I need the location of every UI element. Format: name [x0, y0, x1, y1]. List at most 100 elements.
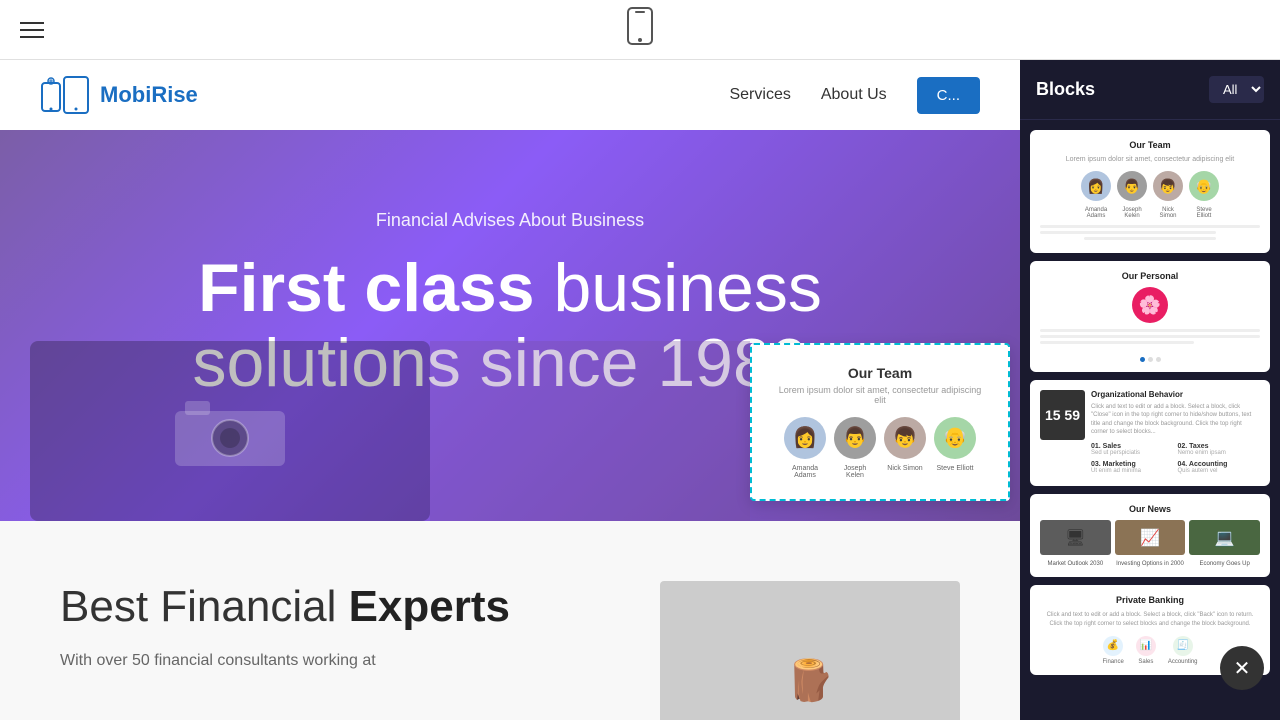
toolbar-center	[626, 6, 654, 53]
content-heading-normal: Best Financial	[60, 582, 349, 631]
content-heading-bold: Experts	[349, 582, 510, 631]
block-av-1: 👩	[1081, 171, 1111, 201]
pb-sales-item: 📊 Sales	[1136, 636, 1156, 665]
block-org-clock: 15 59	[1045, 407, 1080, 423]
block-personal-content: 🌸	[1040, 287, 1260, 362]
logo-icon	[40, 75, 90, 115]
bt-name-3: Nick Simon	[1153, 207, 1183, 219]
dot-1	[1140, 357, 1145, 362]
news-img-1: 🖥	[1040, 520, 1111, 555]
block-av-2: 👨	[1117, 171, 1147, 201]
content-image-placeholder: 🪵	[660, 581, 960, 720]
nav-cta-button[interactable]: C...	[917, 77, 980, 114]
block-team-title: Our Team	[1040, 140, 1260, 150]
dot-3	[1156, 357, 1161, 362]
team-card-title: Our Team	[777, 365, 983, 381]
hero-title-strong: First class	[198, 250, 534, 326]
avatar-4: 👴	[934, 417, 976, 459]
pb-sales-label: Sales	[1138, 659, 1153, 665]
pb-accounting-item: 🧾 Accounting	[1168, 636, 1198, 665]
block-personal-dots	[1140, 357, 1161, 362]
block-org-desc: Click and text to edit or add a block. S…	[1091, 403, 1260, 437]
block-team-names: Amanda Adams Joseph Kelen Nick Simon Ste…	[1040, 207, 1260, 219]
block-org-content: 15 59 Organizational Behavior Click and …	[1040, 390, 1260, 476]
toolbar-left	[20, 22, 44, 38]
main-area: MobiRise Services About Us C... Financia…	[0, 60, 1280, 720]
ob-item-marketing: 03. Marketing Ut enim ad minima	[1091, 461, 1174, 476]
site-navigation: MobiRise Services About Us C...	[0, 60, 1020, 130]
block-personal-lines	[1040, 329, 1260, 347]
content-heading: Best Financial Experts	[60, 581, 620, 634]
block-personal-title: Our Personal	[1040, 271, 1260, 281]
team-card-subtitle: Lorem ipsum dolor sit amet, consectetur …	[777, 385, 983, 405]
toolbar	[0, 0, 1280, 60]
block-personal-avatar: 🌸	[1132, 287, 1168, 323]
team-names: Amanda Adams Joseph Kelen Nick Simon Ste…	[777, 465, 983, 479]
block-org-right: Organizational Behavior Click and text t…	[1091, 390, 1260, 476]
panel-title: Blocks	[1036, 79, 1095, 100]
block-team-subtitle: Lorem ipsum dolor sit amet, consectetur …	[1040, 156, 1260, 163]
finance-icon: 💰	[1103, 636, 1123, 656]
avatar-2: 👨	[834, 417, 876, 459]
avatar-1: 👩	[784, 417, 826, 459]
member-name-4: Steve Elliott	[934, 465, 976, 479]
accounting-icon: 🧾	[1173, 636, 1193, 656]
panel-header: Blocks All	[1020, 60, 1280, 120]
block-news-labels: Market Outlook 2030 Investing Options in…	[1040, 561, 1260, 567]
block-org-behavior[interactable]: 15 59 Organizational Behavior Click and …	[1030, 380, 1270, 486]
hamburger-menu[interactable]	[20, 22, 44, 38]
pb-finance-label: Finance	[1102, 659, 1123, 665]
hero-section: Financial Advises About Business First c…	[0, 130, 1020, 521]
news-img-2: 📈	[1115, 520, 1186, 555]
member-name-3: Nick Simon	[884, 465, 926, 479]
nav-about-us[interactable]: About Us	[821, 86, 887, 104]
team-avatars: 👩 👨 👦 👴	[777, 417, 983, 459]
bt-name-1: Amanda Adams	[1081, 207, 1111, 219]
pb-finance-item: 💰 Finance	[1102, 636, 1123, 665]
sales-icon: 📊	[1136, 636, 1156, 656]
logo-text: MobiRise	[100, 82, 198, 108]
bt-name-4: Steve Elliott	[1189, 207, 1219, 219]
block-our-team[interactable]: Our Team Lorem ipsum dolor sit amet, con…	[1030, 130, 1270, 253]
ob-item-accounting: 04. Accounting Quis autem vel	[1178, 461, 1261, 476]
news-img-3: 💻	[1189, 520, 1260, 555]
member-name-1: Amanda Adams	[784, 465, 826, 479]
content-section: Best Financial Experts With over 50 fina…	[0, 521, 1020, 720]
block-banking-title: Private Banking	[1040, 595, 1260, 605]
dot-2	[1148, 357, 1153, 362]
bt-name-2: Joseph Kelen	[1117, 207, 1147, 219]
block-news-images: 🖥 📈 💻	[1040, 520, 1260, 555]
block-our-personal[interactable]: Our Personal 🌸	[1030, 261, 1270, 372]
block-av-4: 👴	[1189, 171, 1219, 201]
ob-item-sales: 01. Sales Sed ut perspiciatis	[1091, 443, 1174, 458]
content-paragraph: With over 50 financial consultants worki…	[60, 648, 620, 674]
block-news-title: Our News	[1040, 504, 1260, 514]
block-av-3: 👦	[1153, 171, 1183, 201]
news-label-2: Investing Options in 2000	[1115, 561, 1186, 567]
ob-item-taxes: 02. Taxes Nemo enim ipsam	[1178, 443, 1261, 458]
panel-blocks[interactable]: Our Team Lorem ipsum dolor sit amet, con…	[1020, 120, 1280, 720]
preview-area[interactable]: MobiRise Services About Us C... Financia…	[0, 60, 1020, 720]
site-logo: MobiRise	[40, 75, 198, 115]
news-label-1: Market Outlook 2030	[1040, 561, 1111, 567]
site-nav-links: Services About Us C...	[729, 77, 980, 114]
member-name-2: Joseph Kelen	[834, 465, 876, 479]
block-org-image: 15 59	[1040, 390, 1085, 440]
phone-icon	[626, 6, 654, 53]
block-org-title: Organizational Behavior	[1091, 390, 1260, 399]
close-button[interactable]: ✕	[1220, 646, 1264, 690]
news-label-3: Economy Goes Up	[1189, 561, 1260, 567]
content-left: Best Financial Experts With over 50 fina…	[60, 581, 620, 720]
panel-filter-dropdown[interactable]: All	[1209, 76, 1264, 103]
hero-subtitle: Financial Advises About Business	[60, 210, 960, 231]
avatar-3: 👦	[884, 417, 926, 459]
block-banking-desc: Click and text to edit or add a block. S…	[1040, 611, 1260, 628]
team-card-floating: Our Team Lorem ipsum dolor sit amet, con…	[750, 343, 1010, 501]
block-our-news[interactable]: Our News 🖥 📈 💻 Market Outlook 2030 Inves…	[1030, 494, 1270, 577]
nav-services[interactable]: Services	[729, 86, 790, 104]
block-org-grid: 01. Sales Sed ut perspiciatis 02. Taxes …	[1091, 443, 1260, 477]
block-team-avatars: 👩 👨 👦 👴	[1040, 171, 1260, 201]
pb-accounting-label: Accounting	[1168, 659, 1198, 665]
block-team-desc	[1040, 225, 1260, 240]
right-panel: Blocks All Our Team Lorem ipsum dolor si…	[1020, 60, 1280, 720]
